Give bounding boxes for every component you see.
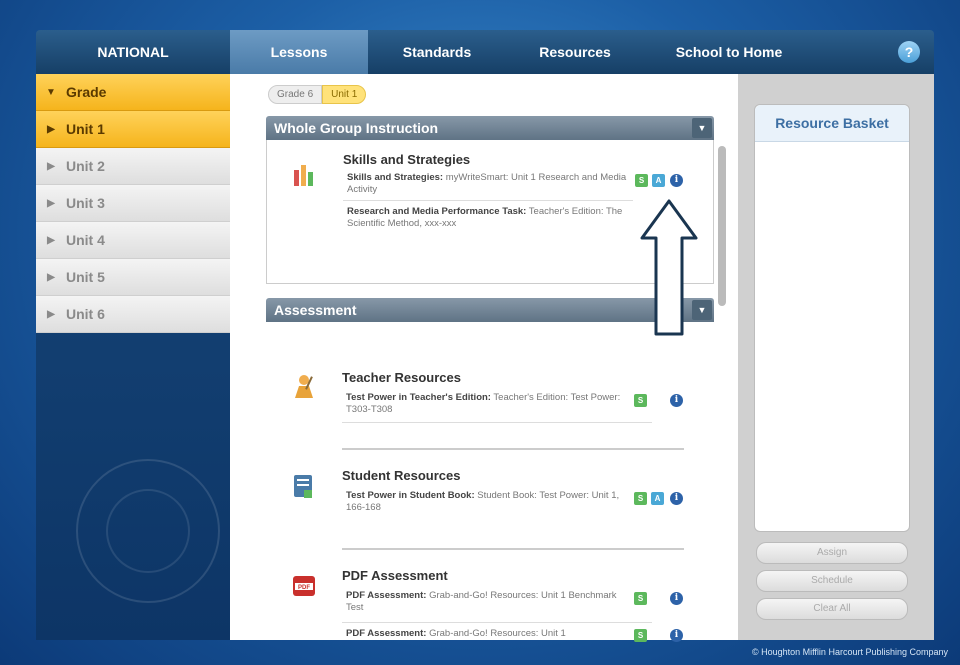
pdf-icon: PDF	[293, 576, 315, 596]
chevron-down-icon: ▼	[46, 86, 56, 98]
resource-link[interactable]: Skills and Strategies: myWriteSmart: Uni…	[347, 172, 632, 196]
section-separator	[342, 548, 684, 550]
assign-button[interactable]: Assign	[756, 542, 908, 564]
chevron-right-icon: ▶	[47, 197, 55, 209]
section-separator	[342, 448, 684, 450]
resource-link[interactable]: PDF Assessment: Grab-and-Go! Resources: …	[346, 590, 636, 614]
sidebar-item-grade[interactable]: ▼ Grade	[36, 74, 230, 111]
resource-basket-title: Resource Basket	[755, 105, 909, 142]
chevron-right-icon: ▶	[47, 308, 55, 320]
info-icon[interactable]: i	[670, 629, 683, 642]
scrollbar[interactable]	[718, 146, 726, 306]
student-badge-icon[interactable]: S	[634, 394, 647, 407]
help-icon[interactable]: ?	[898, 41, 920, 63]
section-header-whole-group[interactable]: Whole Group Instruction ▼	[266, 116, 714, 140]
sidebar-item-label: Unit 6	[66, 306, 105, 322]
resource-title[interactable]: Teacher Resources	[342, 370, 461, 385]
tab-resources[interactable]: Resources	[506, 30, 644, 74]
schedule-button[interactable]: Schedule	[756, 570, 908, 592]
resource-link-text: Grab-and-Go! Resources: Unit 1	[426, 628, 566, 639]
sidebar-item-label: Unit 2	[66, 158, 105, 174]
breadcrumb-grade[interactable]: Grade 6	[268, 85, 323, 104]
resource-link-label: Research and Media Performance Task:	[347, 206, 527, 217]
tab-standards[interactable]: Standards	[368, 30, 506, 74]
section-title: Whole Group Instruction	[274, 120, 439, 136]
divider	[343, 200, 633, 201]
chevron-right-icon: ▶	[47, 271, 55, 283]
resource-link-label: Skills and Strategies:	[347, 172, 444, 183]
sidebar-item-label: Unit 5	[66, 269, 105, 285]
sidebar-item-unit-3[interactable]: ▶ Unit 3	[36, 185, 230, 222]
sidebar-item-unit-5[interactable]: ▶ Unit 5	[36, 259, 230, 296]
sidebar-item-unit-2[interactable]: ▶ Unit 2	[36, 148, 230, 185]
chevron-right-icon: ▶	[47, 123, 55, 135]
resource-link-label: Test Power in Student Book:	[346, 490, 475, 501]
sidebar-item-unit-1[interactable]: ▶ Unit 1	[36, 111, 230, 148]
resource-link[interactable]: Research and Media Performance Task: Tea…	[347, 206, 632, 230]
clear-all-button[interactable]: Clear All	[756, 598, 908, 620]
chevron-right-icon: ▶	[47, 234, 55, 246]
resource-basket: Resource Basket	[754, 104, 910, 532]
breadcrumb: Grade 6 Unit 1	[268, 85, 367, 104]
info-icon[interactable]: i	[670, 592, 683, 605]
tab-school-to-home[interactable]: School to Home	[644, 30, 814, 74]
copyright-text: © Houghton Mifflin Harcourt Publishing C…	[751, 647, 948, 657]
app-frame: NATIONAL Lessons Standards Resources Sch…	[36, 30, 934, 642]
breadcrumb-unit[interactable]: Unit 1	[322, 85, 367, 104]
teacher-icon	[295, 375, 313, 398]
dropdown-toggle-icon[interactable]: ▼	[692, 118, 712, 138]
right-panel: Resource Basket Assign Schedule Clear Al…	[738, 74, 934, 640]
assign-badge-icon[interactable]: A	[651, 492, 664, 505]
bar-chart-icon	[294, 165, 313, 186]
student-badge-icon[interactable]: S	[635, 174, 648, 187]
callout-up-arrow-icon	[640, 199, 698, 336]
info-icon[interactable]: i	[670, 492, 683, 505]
resource-title[interactable]: Student Resources	[342, 468, 460, 483]
divider	[342, 422, 652, 423]
resource-link[interactable]: PDF Assessment: Grab-and-Go! Resources: …	[346, 628, 636, 640]
compass-logo-icon	[76, 459, 220, 603]
divider	[342, 622, 652, 623]
sidebar: ▼ Grade ▶ Unit 1 ▶ Unit 2 ▶ Unit 3 ▶ Uni…	[36, 74, 230, 640]
resource-link-label: PDF Assessment:	[346, 590, 427, 601]
resource-link-label: Test Power in Teacher's Edition:	[346, 392, 491, 403]
top-navigation: NATIONAL Lessons Standards Resources Sch…	[36, 30, 934, 74]
student-badge-icon[interactable]: S	[634, 629, 647, 642]
svg-text:PDF: PDF	[298, 585, 310, 591]
info-icon[interactable]: i	[670, 394, 683, 407]
sidebar-item-label: Unit 4	[66, 232, 105, 248]
tab-lessons[interactable]: Lessons	[230, 30, 368, 74]
resource-title[interactable]: Skills and Strategies	[343, 152, 470, 167]
section-title: Assessment	[274, 302, 357, 318]
student-badge-icon[interactable]: S	[634, 492, 647, 505]
resource-link-label: PDF Assessment:	[346, 628, 427, 639]
sidebar-item-unit-4[interactable]: ▶ Unit 4	[36, 222, 230, 259]
student-badge-icon[interactable]: S	[634, 592, 647, 605]
main-content: Grade 6 Unit 1 Whole Group Instruction ▼…	[230, 74, 738, 642]
assign-badge-icon[interactable]: A	[652, 174, 665, 187]
brand-label: NATIONAL	[97, 44, 169, 60]
info-icon[interactable]: i	[670, 174, 683, 187]
resource-link[interactable]: Test Power in Teacher's Edition: Teacher…	[346, 392, 636, 416]
sidebar-item-unit-6[interactable]: ▶ Unit 6	[36, 296, 230, 333]
student-book-icon	[294, 475, 312, 498]
resource-title[interactable]: PDF Assessment	[342, 568, 448, 583]
chevron-right-icon: ▶	[47, 160, 55, 172]
sidebar-item-label: Unit 3	[66, 195, 105, 211]
sidebar-item-label: Unit 1	[66, 121, 105, 137]
resource-link[interactable]: Test Power in Student Book: Student Book…	[346, 490, 636, 514]
sidebar-item-label: Grade	[66, 84, 107, 100]
